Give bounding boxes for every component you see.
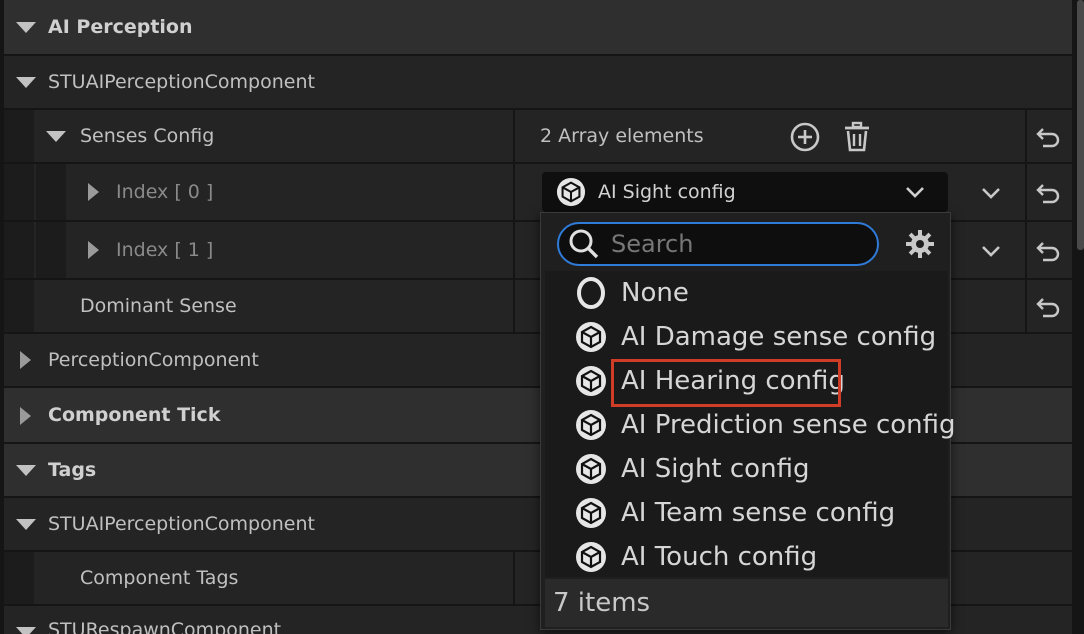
undo-arrow-icon [1036, 184, 1060, 204]
collapse-arrow-icon[interactable] [16, 627, 36, 634]
list-item-none[interactable]: None [545, 271, 948, 315]
collapse-arrow-icon[interactable] [16, 519, 36, 530]
reset-to-default-button[interactable] [1032, 122, 1064, 152]
class-picker-dropdown: None AI Damage sense config AI Hearing c… [540, 212, 956, 630]
category-label: AI Perception [48, 16, 193, 38]
property-row-senses-config[interactable]: Senses Config 2 Array elements [4, 110, 1072, 164]
class-icon [576, 498, 606, 528]
indent-guide [36, 222, 66, 278]
list-item-label: AI Sight config [621, 454, 810, 484]
indent-guide [4, 110, 34, 162]
trash-icon [845, 121, 869, 152]
element-options-button[interactable] [976, 236, 1006, 266]
array-count-text: 2 Array elements [540, 125, 704, 147]
plus-circle-icon [790, 122, 820, 152]
gear-icon [906, 230, 934, 258]
expand-arrow-icon[interactable] [20, 351, 31, 369]
class-icon [576, 322, 606, 352]
column-divider [513, 552, 515, 604]
add-element-button[interactable] [788, 120, 822, 154]
list-item[interactable]: AI Damage sense config [545, 315, 948, 359]
column-divider [1025, 164, 1027, 220]
component-label: STUAIPerceptionComponent [48, 71, 315, 93]
reset-to-default-button[interactable] [1032, 292, 1064, 322]
property-label: Dominant Sense [80, 295, 237, 317]
chevron-down-icon [906, 187, 924, 198]
expand-arrow-icon[interactable] [88, 241, 99, 259]
column-divider [513, 110, 515, 162]
list-item[interactable]: AI Prediction sense config [545, 403, 956, 447]
indent-guide [4, 552, 34, 604]
class-icon [576, 542, 606, 572]
search-box[interactable] [557, 222, 879, 266]
search-input[interactable] [611, 230, 861, 258]
undo-arrow-icon [1036, 242, 1060, 262]
reset-to-default-button[interactable] [1032, 236, 1064, 266]
reset-to-default-button[interactable] [1032, 178, 1064, 208]
array-index-label: Index [ 1 ] [116, 239, 214, 261]
class-list: None AI Damage sense config AI Hearing c… [545, 271, 956, 579]
component-row-perception[interactable]: STUAIPerceptionComponent [4, 56, 1072, 110]
array-index-label: Index [ 0 ] [116, 181, 214, 203]
column-divider [513, 222, 515, 278]
column-divider [513, 164, 515, 220]
column-divider [513, 280, 515, 332]
list-item[interactable]: AI Sight config [545, 447, 948, 491]
indent-guide [36, 164, 66, 220]
category-label: Tags [48, 459, 97, 481]
class-icon [576, 366, 606, 396]
list-item-label: AI Damage sense config [621, 322, 937, 352]
vertical-scrollbar[interactable] [1077, 0, 1084, 250]
item-count-footer: 7 items [545, 579, 948, 627]
list-item-label: AI Prediction sense config [621, 410, 956, 440]
collapse-arrow-icon[interactable] [16, 465, 36, 476]
undo-arrow-icon [1036, 128, 1060, 148]
class-icon [576, 410, 606, 440]
property-label: Component Tags [80, 567, 239, 589]
list-item[interactable]: AI Team sense config [545, 491, 948, 535]
column-divider [1025, 222, 1027, 278]
class-picker-combo[interactable]: AI Sight config [542, 172, 948, 212]
indent-guide [4, 222, 34, 278]
search-icon [569, 229, 599, 259]
collapse-arrow-icon[interactable] [16, 77, 36, 88]
chevron-down-icon [982, 246, 1000, 257]
collapse-arrow-icon[interactable] [16, 22, 36, 33]
column-divider [1025, 110, 1027, 162]
list-item-label: None [621, 278, 689, 308]
component-label: PerceptionComponent [48, 349, 259, 371]
component-label: STUAIPerceptionComponent [48, 513, 315, 535]
none-ring-icon [577, 277, 605, 309]
list-item-label: AI Team sense config [621, 498, 896, 528]
undo-arrow-icon [1036, 298, 1060, 318]
category-label: Component Tick [48, 404, 221, 426]
property-label: Senses Config [80, 125, 215, 147]
collapse-arrow-icon[interactable] [46, 131, 66, 142]
actor-class-icon [556, 177, 586, 207]
clear-array-button[interactable] [840, 120, 874, 154]
chevron-down-icon [982, 188, 1000, 199]
item-count-text: 7 items [553, 588, 651, 618]
category-ai-perception[interactable]: AI Perception [4, 0, 1072, 56]
indent-guide [4, 280, 34, 332]
list-item[interactable]: AI Touch config [545, 535, 948, 579]
element-options-button[interactable] [976, 178, 1006, 208]
view-options-button[interactable] [903, 227, 937, 261]
expand-arrow-icon[interactable] [20, 407, 31, 425]
expand-arrow-icon[interactable] [88, 183, 99, 201]
indent-guide [4, 164, 34, 220]
details-panel: AI Perception STUAIPerceptionComponent S… [0, 0, 1084, 634]
highlight-annotation-box [611, 359, 841, 407]
combo-selected-text: AI Sight config [598, 181, 736, 203]
list-item-label: AI Touch config [621, 542, 818, 572]
class-icon [576, 454, 606, 484]
column-divider [1025, 280, 1027, 332]
component-label: STURespawnComponent [48, 619, 282, 634]
